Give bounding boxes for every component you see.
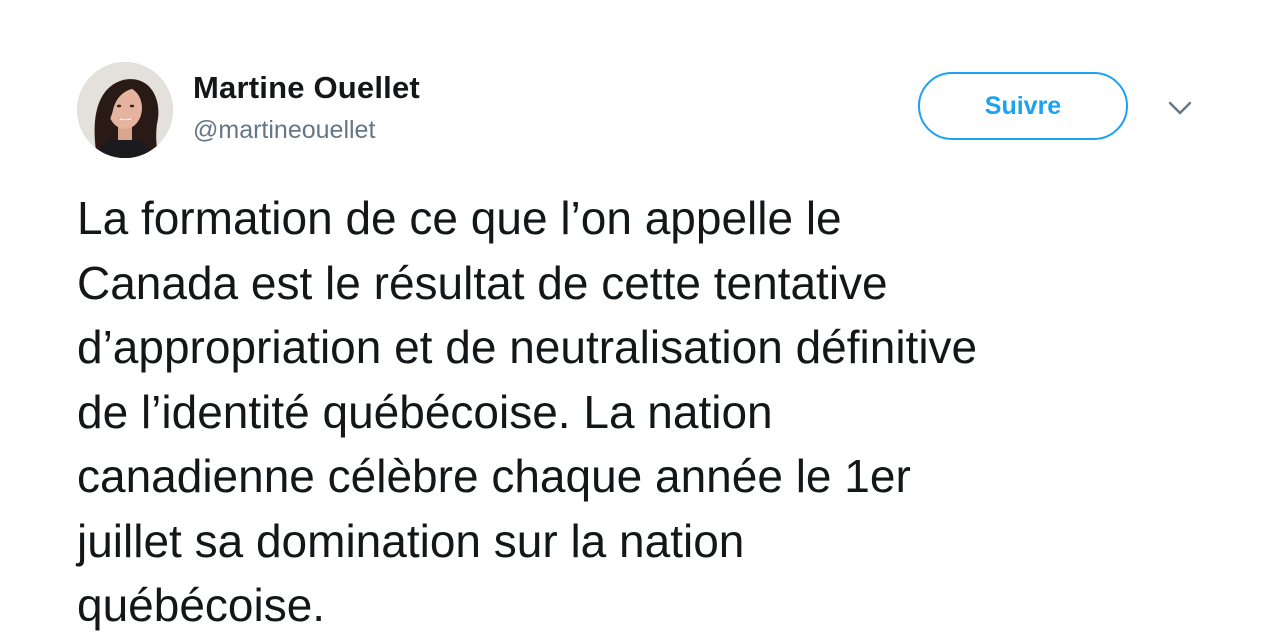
tweet-text-line: juillet sa domination sur la nation (77, 514, 745, 567)
tweet-text-line: canadienne célèbre chaque année le 1er (77, 450, 911, 502)
tweet-card: Martine Ouellet @martineouellet Suivre L… (0, 0, 1268, 634)
tweet-text-line: Canada est le résultat de cette tentativ… (77, 256, 888, 309)
tweet-text-line: québécoise. (77, 579, 326, 631)
user-handle[interactable]: @martineouellet (193, 116, 375, 145)
tweet-text: La formation de ce que l’on appelle le C… (77, 186, 1227, 634)
tweet-text-line: de l’identité québécoise. La nation (77, 385, 773, 438)
tweet-text-line: d’appropriation et de neutralisation déf… (77, 321, 978, 373)
avatar[interactable] (77, 62, 173, 158)
more-options-button[interactable] (1166, 94, 1194, 122)
profile-photo-icon (77, 62, 173, 158)
display-name[interactable]: Martine Ouellet (193, 70, 420, 106)
tweet-text-line: La formation de ce que l’on appelle le (77, 192, 842, 244)
follow-button[interactable]: Suivre (918, 72, 1128, 140)
chevron-down-icon (1168, 101, 1192, 115)
